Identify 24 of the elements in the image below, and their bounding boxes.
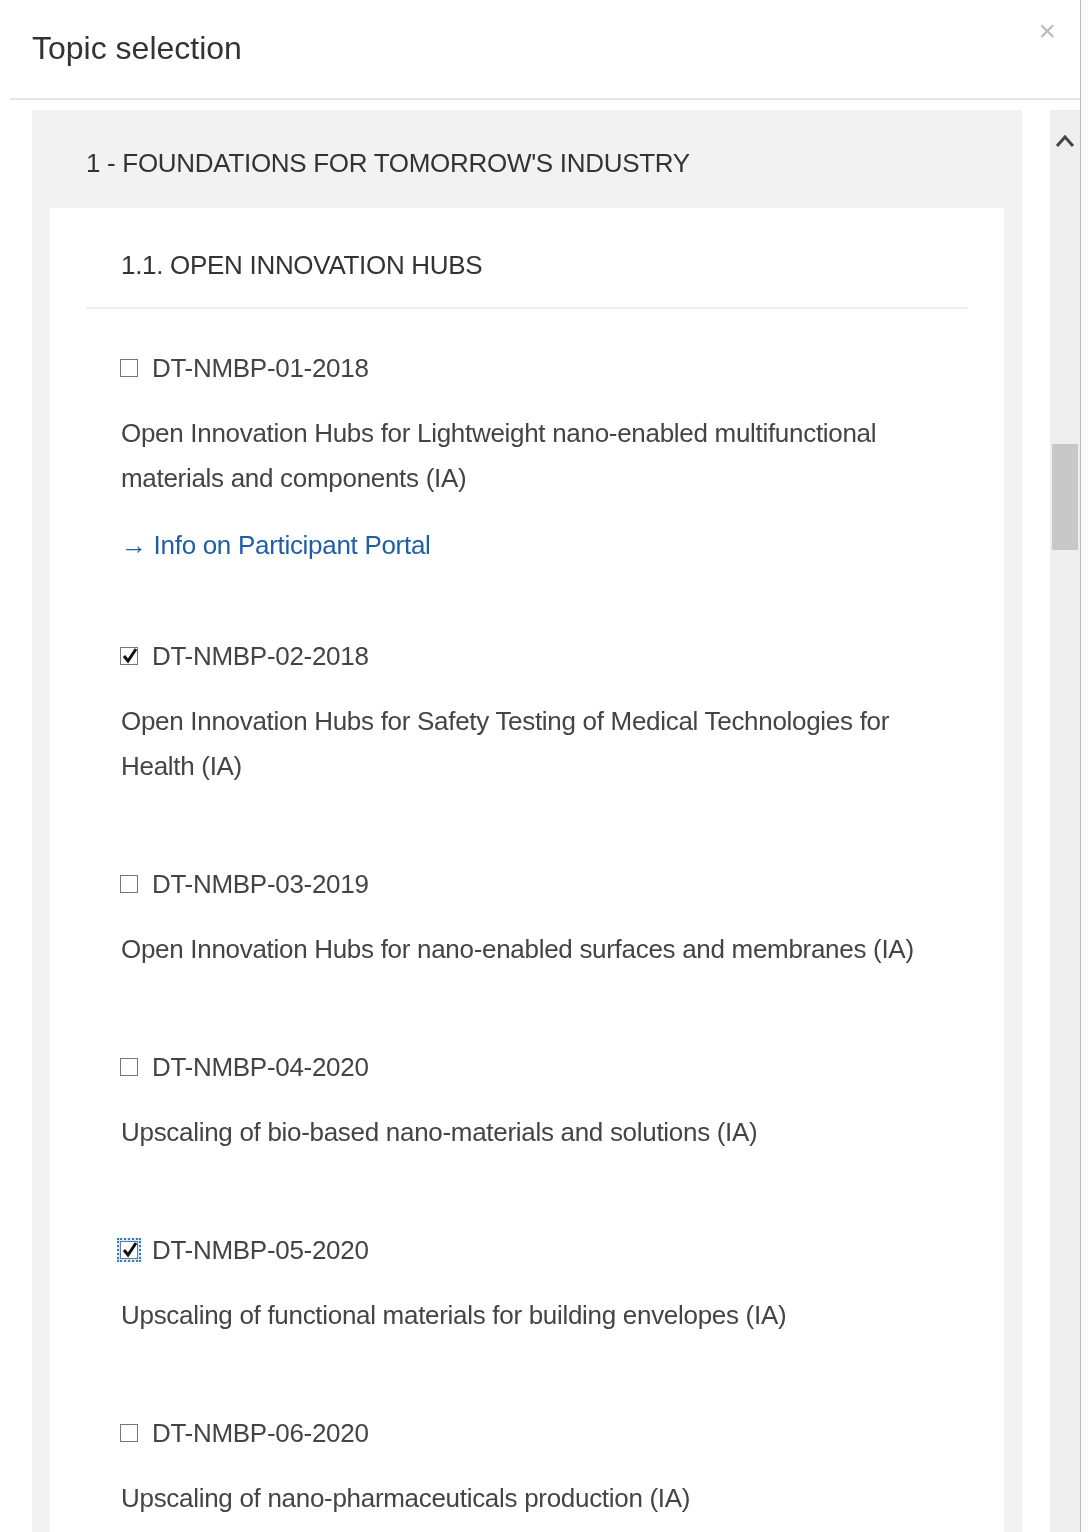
- topic-code: DT-NMBP-03-2019: [152, 868, 369, 900]
- checkbox[interactable]: [120, 1424, 138, 1442]
- scrollbar-thumb[interactable]: [1052, 444, 1078, 550]
- topic-description: Upscaling of bio-based nano-materials and solutions (IA): [121, 1116, 759, 1149]
- topic-description: Open Innovation Hubs for Lightweight nano-enabled multifunctional materials and components (IA): [121, 417, 878, 495]
- topic-code: DT-NMBP-06-2020: [152, 1417, 369, 1449]
- topic-code: DT-NMBP-01-2018: [152, 352, 369, 384]
- dialog-title: Topic selection: [32, 30, 242, 67]
- section-heading[interactable]: 1 - FOUNDATIONS FOR TOMORROW'S INDUSTRY: [50, 110, 1004, 208]
- group-heading: 1.1. OPEN INNOVATION HUBS: [86, 208, 968, 309]
- checkbox[interactable]: [120, 875, 138, 893]
- topic-code: DT-NMBP-05-2020: [152, 1234, 369, 1266]
- scrollbar[interactable]: [1050, 110, 1080, 1532]
- topic-description: Upscaling of functional materials for building envelopes (IA): [121, 1299, 788, 1332]
- topic-code: DT-NMBP-02-2018: [152, 640, 369, 672]
- scroll-up-icon[interactable]: [1055, 134, 1075, 148]
- checkbox[interactable]: [120, 359, 138, 377]
- topic-description: Open Innovation Hubs for Safety Testing of Medical Technologies for Health (IA): [121, 705, 891, 783]
- topic-description: Upscaling of nano-pharmaceuticals production (IA): [121, 1482, 692, 1515]
- topic-code: DT-NMBP-04-2020: [152, 1051, 369, 1083]
- participant-portal-link[interactable]: → Info on Participant Portal: [121, 530, 431, 561]
- checkbox[interactable]: [120, 647, 138, 665]
- checkbox[interactable]: [120, 1058, 138, 1076]
- topic-description: Open Innovation Hubs for nano-enabled surfaces and membranes (IA): [121, 933, 915, 966]
